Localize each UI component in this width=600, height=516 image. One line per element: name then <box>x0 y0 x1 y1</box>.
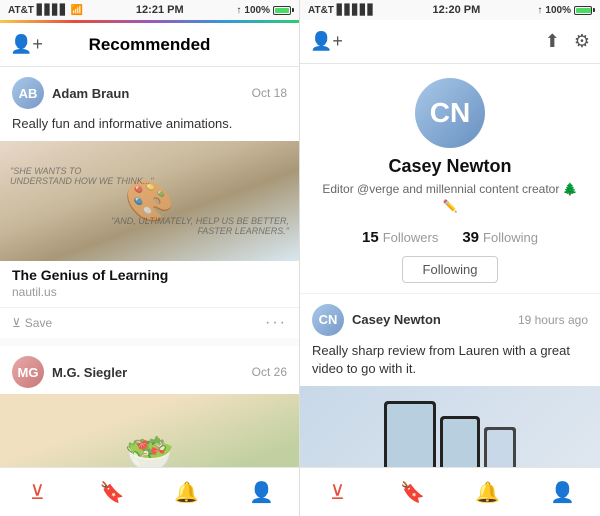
author-adam: Adam Braun <box>52 86 244 101</box>
followers-stat: 15 Followers <box>362 229 438 246</box>
profile-name: Casey Newton <box>388 156 511 177</box>
profile-avatar: CN <box>415 78 485 148</box>
profile-nav: 👤+ ⬆ ⚙ <box>300 20 600 64</box>
following-label: Following <box>483 230 538 245</box>
tab-home-right[interactable]: ⊻ <box>300 468 375 516</box>
more-options-card1[interactable]: ··· <box>265 314 287 332</box>
bookmark-icon-left: 🔖 <box>100 480 125 505</box>
battery-icon-left <box>273 6 291 15</box>
link-title-card1[interactable]: The Genius of Learning <box>0 261 299 285</box>
page-title-left: Recommended <box>89 35 211 55</box>
settings-icon[interactable]: ⚙ <box>574 31 590 52</box>
gps-right: ↑ <box>537 5 542 16</box>
image-card1: "SHE WANTS TOUNDERSTAND HOW WE THINK..."… <box>0 141 299 261</box>
avatar-mg: MG <box>12 356 44 388</box>
tab-bookmark-right[interactable]: 🔖 <box>375 468 450 516</box>
save-label: Save <box>25 316 52 330</box>
tab-person-right[interactable]: 👤 <box>525 468 600 516</box>
wifi-left: 📶 <box>71 5 83 16</box>
home-icon-left: ⊻ <box>30 480 45 505</box>
feed-card-1: AB Adam Braun Oct 18 Really fun and info… <box>0 67 299 338</box>
save-icon: ⊻ <box>12 316 21 330</box>
home-icon-right: ⊻ <box>330 480 345 505</box>
tab-person-left[interactable]: 👤 <box>224 468 299 516</box>
tab-bar-left: ⊻ 🔖 🔔 👤 <box>0 467 299 516</box>
profile-header: CN Casey Newton Editor @verge and millen… <box>300 64 600 294</box>
tab-home-left[interactable]: ⊻ <box>0 468 75 516</box>
date-card2: Oct 26 <box>252 365 287 379</box>
add-person-icon-left[interactable]: 👤+ <box>10 34 43 55</box>
time-left: 12:21 PM <box>136 4 184 16</box>
link-domain-card1: nautil.us <box>0 285 299 307</box>
tab-bell-left[interactable]: 🔔 <box>150 468 225 516</box>
profile-card-1: CN Casey Newton 19 hours ago Really shar… <box>300 294 600 467</box>
person-icon-right: 👤 <box>550 480 575 505</box>
tab-bookmark-left[interactable]: 🔖 <box>75 468 150 516</box>
text-card1: Really fun and informative animations. <box>0 115 299 141</box>
pcard-time: 19 hours ago <box>518 313 588 327</box>
share-icon[interactable]: ⬆ <box>545 31 560 52</box>
author-mg: M.G. Siegler <box>52 365 244 380</box>
status-bar-left: AT&T ▋▋▋▋ 📶 12:21 PM ↑ 100% <box>0 0 299 20</box>
pcard-author: Casey Newton <box>352 312 510 327</box>
avatar-adam: AB <box>12 77 44 109</box>
feed-left: AB Adam Braun Oct 18 Really fun and info… <box>0 67 299 467</box>
status-bar-right: AT&T ▋▋▋▋▋ 12:20 PM ↑ 100% <box>300 0 600 20</box>
signal-left: ▋▋▋▋ <box>37 5 68 16</box>
left-panel: AT&T ▋▋▋▋ 📶 12:21 PM ↑ 100% 👤+ Recommend… <box>0 0 300 516</box>
pcard-text: Really sharp review from Lauren with a g… <box>300 342 600 386</box>
signal-right: ▋▋▋▋▋ <box>337 5 375 16</box>
person-icon-left: 👤 <box>249 480 274 505</box>
tab-bell-right[interactable]: 🔔 <box>450 468 525 516</box>
following-button[interactable]: Following <box>402 256 499 283</box>
gps-left: ↑ <box>236 5 241 16</box>
date-card1: Oct 18 <box>252 86 287 100</box>
add-person-icon-right[interactable]: 👤+ <box>310 31 343 52</box>
right-panel: AT&T ▋▋▋▋▋ 12:20 PM ↑ 100% 👤+ ⬆ ⚙ CN Cas… <box>300 0 600 516</box>
following-count: 39 <box>462 229 479 246</box>
feed-card-2: MG M.G. Siegler Oct 26 How Salad Can Mak… <box>0 346 299 467</box>
battery-pct-right: 100% <box>545 5 571 16</box>
following-stat: 39 Following <box>462 229 538 246</box>
profile-stats: 15 Followers 39 Following <box>362 229 538 246</box>
profile-feed: CN Casey Newton 19 hours ago Really shar… <box>300 294 600 467</box>
time-right: 12:20 PM <box>433 4 481 16</box>
battery-icon-right <box>574 6 592 15</box>
battery-pct-left: 100% <box>244 5 270 16</box>
bookmark-icon-right: 🔖 <box>400 480 425 505</box>
bell-icon-right: 🔔 <box>475 480 500 505</box>
save-button-card1[interactable]: ⊻ Save <box>12 316 52 330</box>
followers-count: 15 <box>362 229 379 246</box>
bell-icon-left: 🔔 <box>174 480 199 505</box>
image-card2 <box>0 394 299 467</box>
profile-bio-text: Editor @verge and millennial content cre… <box>322 182 559 196</box>
ipad-image <box>300 386 600 467</box>
tab-bar-right: ⊻ 🔖 🔔 👤 <box>300 467 600 516</box>
followers-label: Followers <box>383 230 439 245</box>
carrier-left: AT&T <box>8 5 34 16</box>
carrier-right: AT&T <box>308 5 334 16</box>
avatar-casey-small: CN <box>312 304 344 336</box>
nav-bar-left: 👤+ Recommended <box>0 23 299 67</box>
